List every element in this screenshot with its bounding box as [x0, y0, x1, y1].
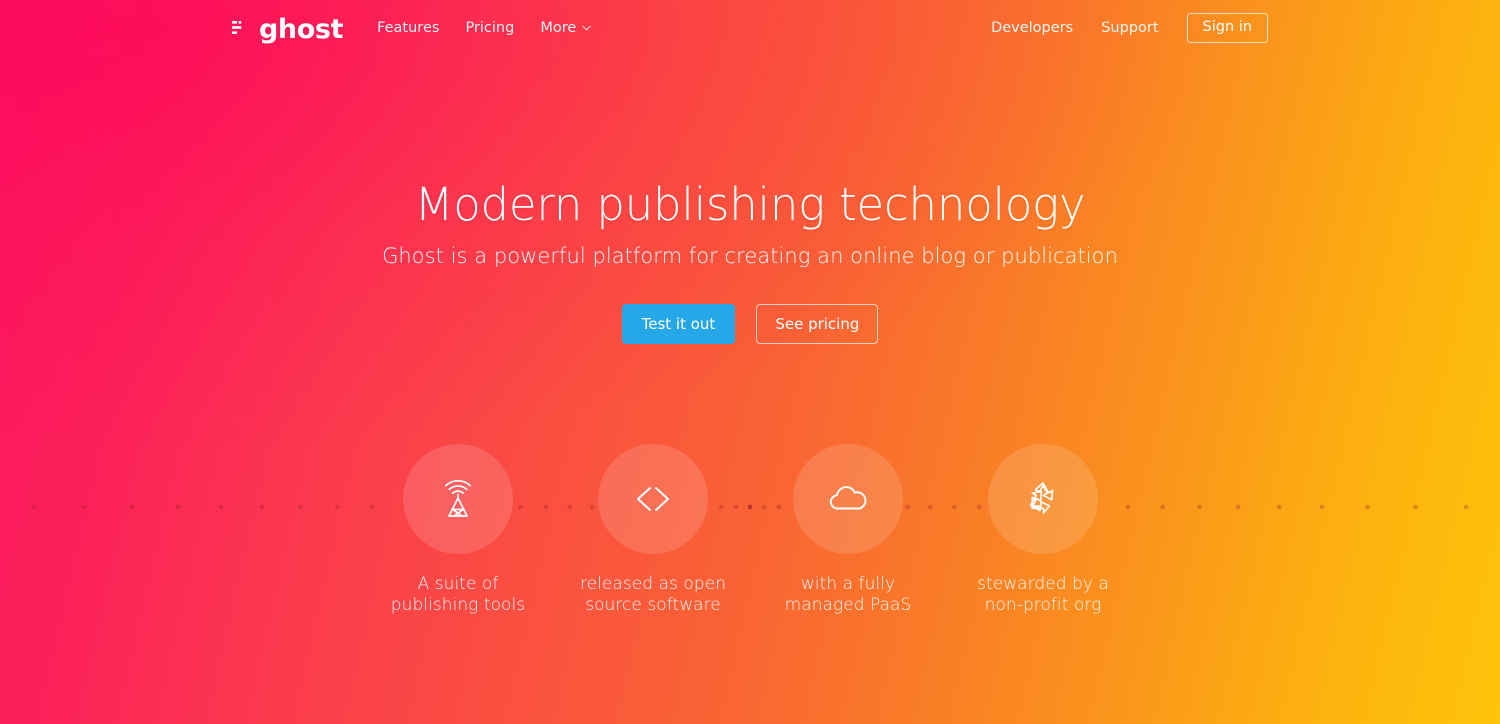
recycle-icon	[1018, 474, 1068, 524]
nav-label: More	[540, 20, 577, 36]
nav-label: Features	[377, 20, 440, 36]
nav-item-support[interactable]: Support	[1101, 20, 1158, 36]
nav-label: Developers	[991, 20, 1074, 36]
ghost-wordmark: ghost	[259, 13, 344, 45]
site-header: ghost Features Pricing More Developers S…	[0, 0, 1500, 56]
feature-caption-line1: stewarded by a	[977, 574, 1109, 594]
broadcast-tower-icon	[432, 473, 484, 525]
feature-caption-line1: A suite of	[417, 574, 499, 594]
feature-caption-line2: source software	[585, 595, 721, 616]
feature-caption-line1: released as open	[579, 574, 727, 594]
hero-headline: Modern publishing technology	[414, 178, 1086, 231]
header-left-group: ghost Features Pricing More	[232, 13, 591, 45]
feature-item-non-profit[interactable]: stewarded by a non-profit org	[928, 439, 1158, 617]
feature-icon-circle	[793, 444, 903, 554]
cloud-icon	[821, 472, 875, 526]
test-it-out-button[interactable]: Test it out	[621, 304, 736, 345]
sign-in-button[interactable]: Sign in	[1186, 13, 1268, 43]
code-brackets-icon	[627, 473, 679, 525]
feature-caption-line2: publishing tools	[390, 595, 526, 616]
nav-item-pricing[interactable]: Pricing	[465, 20, 514, 36]
see-pricing-button[interactable]: See pricing	[756, 304, 879, 345]
ghost-lines-logo-icon	[232, 20, 250, 37]
primary-nav: Features Pricing More	[377, 20, 591, 36]
header-right-group: Developers Support Sign in	[991, 13, 1268, 43]
nav-item-features[interactable]: Features	[377, 20, 439, 36]
hero-cta-group: Test it out See pricing	[0, 304, 1500, 345]
feature-icon-circle	[403, 444, 513, 554]
feature-caption: stewarded by a non-profit org	[928, 574, 1158, 617]
feature-caption-line2: managed PaaS	[784, 595, 912, 616]
feature-strip: A suite of publishing tools released as …	[0, 439, 1500, 689]
hero-section: Modern publishing technology Ghost is a …	[0, 178, 1500, 345]
feature-caption-line2: non-profit org	[984, 595, 1102, 616]
nav-label: Pricing	[465, 20, 515, 36]
nav-item-developers[interactable]: Developers	[991, 20, 1073, 36]
feature-icon-circle	[598, 444, 708, 554]
hero-subheadline: Ghost is a powerful platform for creatin…	[382, 244, 1118, 269]
feature-icon-circle	[988, 444, 1098, 554]
feature-list: A suite of publishing tools released as …	[0, 439, 1500, 689]
nav-item-more[interactable]: More	[540, 20, 591, 36]
ghost-logo[interactable]: ghost	[232, 13, 344, 45]
nav-label: Support	[1101, 20, 1159, 36]
feature-caption-line1: with a fully	[800, 574, 896, 594]
chevron-down-icon	[582, 25, 591, 31]
